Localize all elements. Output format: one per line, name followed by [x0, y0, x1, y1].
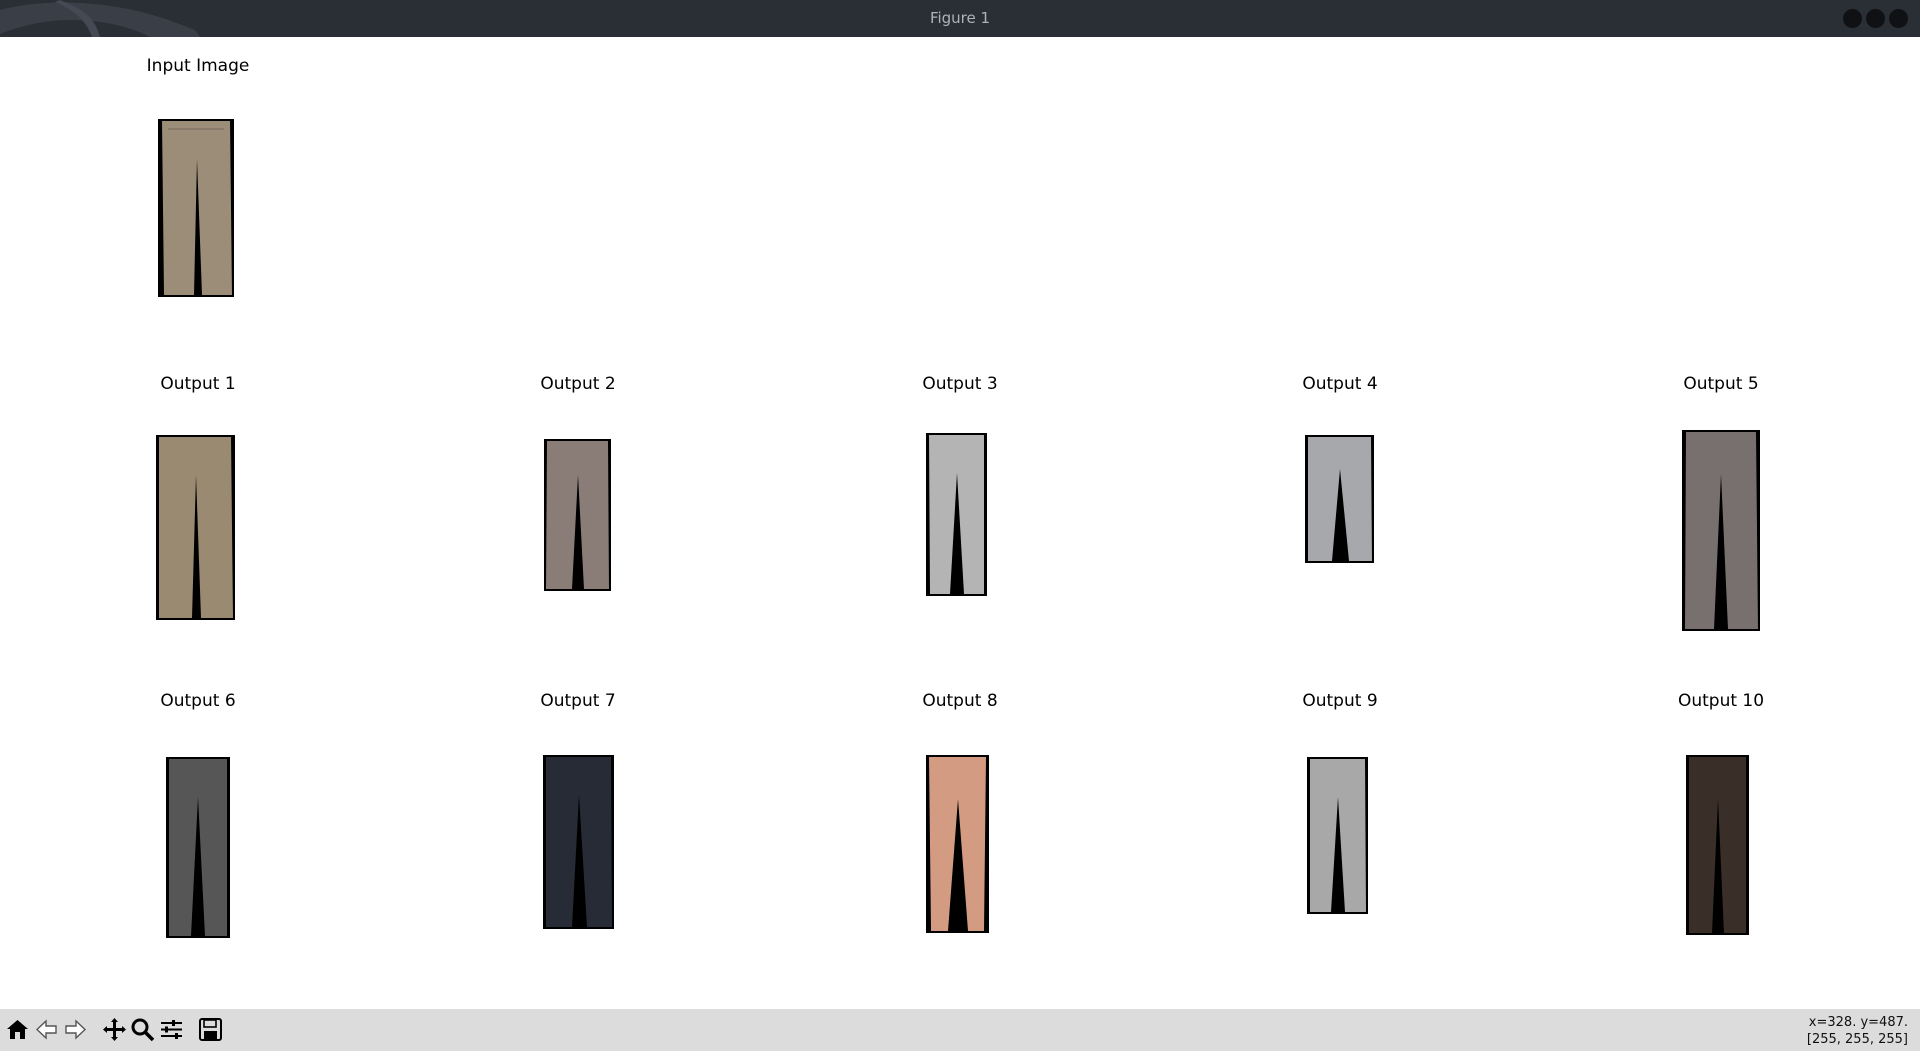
output-title: Output 8 [922, 691, 998, 711]
output-title: Output 6 [160, 691, 236, 711]
input-image-title: Input Image [146, 56, 250, 76]
subplots-config-icon [161, 1020, 182, 1039]
output-title: Output 5 [1683, 374, 1759, 394]
output-image-9 [1307, 757, 1368, 914]
output-image-5 [1682, 430, 1760, 631]
output-image-6 [166, 757, 230, 938]
window-titlebar[interactable]: Figure 1 [0, 0, 1920, 37]
back-arrow-icon [35, 1019, 57, 1040]
output-title: Output 4 [1302, 374, 1378, 394]
input-image [158, 119, 234, 297]
home-icon [7, 1020, 28, 1039]
output-image-1 [156, 435, 235, 620]
pan-button[interactable] [101, 1016, 128, 1043]
output-image-4 [1305, 435, 1374, 563]
forward-button[interactable] [62, 1016, 89, 1043]
cursor-xy: x=328. y=487. [1808, 1015, 1908, 1030]
pan-move-icon [103, 1018, 126, 1041]
navigation-toolbar: x=328. y=487. [255, 255, 255] [0, 1009, 1920, 1051]
output-title: Output 2 [540, 374, 616, 394]
figure-canvas[interactable]: Input Image Output 1 Output 2 Output 3 O… [0, 37, 1920, 1009]
forward-arrow-icon [65, 1019, 87, 1040]
configure-subplots-button[interactable] [158, 1016, 185, 1043]
close-button[interactable] [1889, 9, 1908, 28]
output-title: Output 7 [540, 691, 616, 711]
output-image-7 [543, 755, 614, 929]
output-title: Output 3 [922, 374, 998, 394]
home-button[interactable] [4, 1016, 31, 1043]
output-image-3 [926, 433, 987, 596]
zoom-magnifier-icon [131, 1018, 155, 1042]
window-title: Figure 1 [929, 9, 991, 27]
cursor-coordinates-readout: x=328. y=487. [255, 255, 255] [1807, 1014, 1908, 1048]
minimize-button[interactable] [1843, 9, 1862, 28]
output-title: Output 10 [1677, 691, 1765, 711]
save-floppy-icon [199, 1018, 222, 1041]
output-title: Output 9 [1302, 691, 1378, 711]
back-button[interactable] [33, 1016, 60, 1043]
maximize-button[interactable] [1866, 9, 1885, 28]
zoom-button[interactable] [129, 1016, 156, 1043]
output-image-10 [1686, 755, 1749, 935]
output-image-8 [926, 755, 989, 933]
save-button[interactable] [197, 1016, 224, 1043]
output-title: Output 1 [160, 374, 236, 394]
pixel-value: [255, 255, 255] [1806, 1032, 1908, 1047]
output-image-2 [544, 439, 611, 591]
